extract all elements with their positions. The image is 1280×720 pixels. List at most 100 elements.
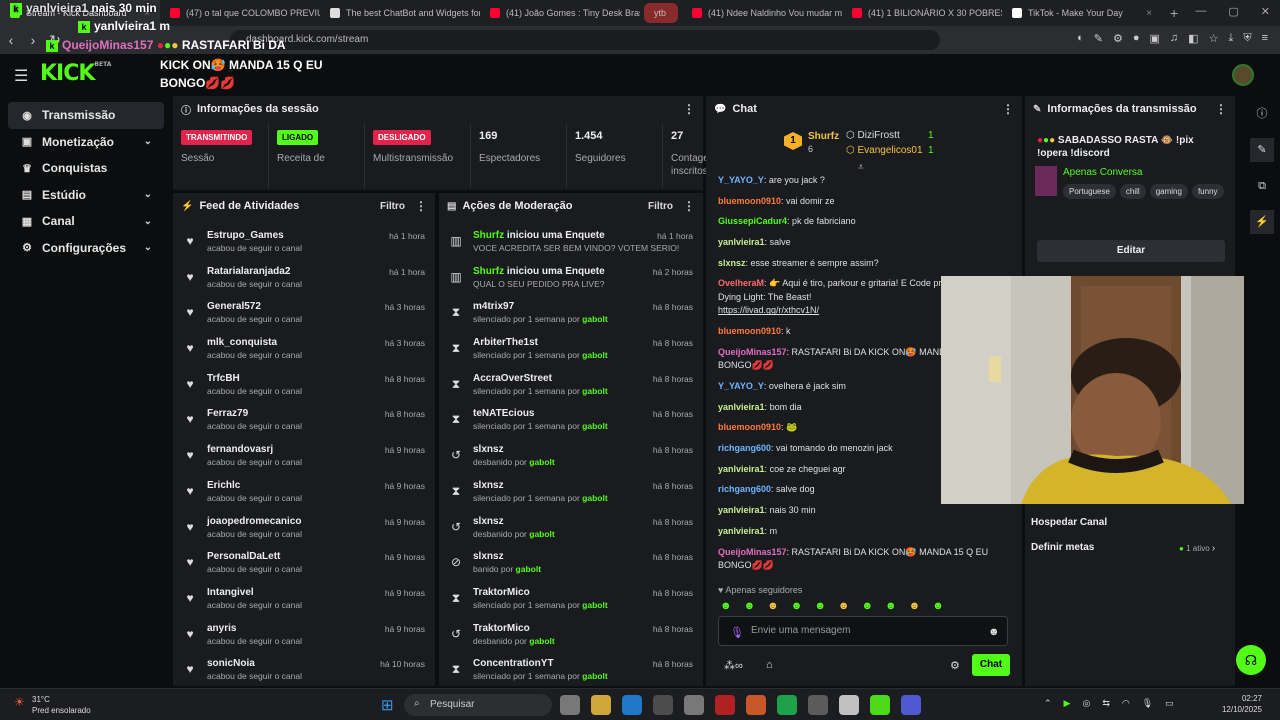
back-icon[interactable]: ‹ [0, 32, 22, 48]
sidebar-item-money[interactable]: ▣ Monetização ⌄ [8, 129, 164, 156]
moderation-username[interactable]: slxnsz [473, 516, 504, 527]
discord-icon[interactable] [901, 695, 921, 715]
moderator-name[interactable]: gabolt [582, 350, 608, 360]
sidebar-item-studio[interactable]: ▤ Estúdio ⌄ [8, 182, 164, 209]
moderation-username[interactable]: ConcentrationYT [473, 658, 554, 669]
chat-username[interactable]: slxnsz [718, 258, 746, 268]
emoji-icon[interactable]: ☻ [988, 626, 1000, 638]
infinity-icon[interactable]: ⁂∞ [724, 659, 743, 672]
chat-settings-icon[interactable]: ⚙ [950, 659, 960, 672]
feed-username[interactable]: Ferraz79 [207, 407, 302, 420]
emote-icon[interactable]: ☻ [885, 600, 897, 612]
chat-username[interactable]: bluemoon0910 [718, 196, 781, 206]
download-icon[interactable]: ⤓ [1228, 32, 1233, 45]
expand-icon[interactable]: ⩡ [858, 162, 864, 173]
brave-icon[interactable] [746, 695, 766, 715]
extension-icon[interactable]: ◐ [1077, 32, 1084, 45]
moderation-username[interactable]: AccraOverStreet [473, 373, 552, 384]
stream-tag[interactable]: chill [1119, 184, 1146, 199]
extension-icon[interactable]: ▣ [1150, 32, 1160, 45]
chat-username[interactable]: yanlvieira1 [718, 402, 765, 412]
mic-icon[interactable]: 🎙 [1142, 698, 1153, 709]
more-options-icon[interactable]: ⋮ [683, 199, 695, 213]
moderator-name[interactable]: gabolt [582, 493, 608, 503]
feed-username[interactable]: TrfcBH [207, 372, 302, 385]
moderation-username[interactable]: slxnsz [473, 444, 504, 455]
chat-username[interactable]: yanlvieira1 [718, 237, 765, 247]
feed-filter-button[interactable]: Filtro [380, 201, 405, 212]
chat-username[interactable]: yanlvieira1 [718, 505, 765, 515]
extension-icon[interactable]: ⚙ [1113, 32, 1123, 45]
extension-icon[interactable]: ● [1133, 32, 1140, 45]
more-options-icon[interactable]: ⋮ [415, 199, 427, 213]
wifi-icon[interactable]: ◠ [1122, 698, 1130, 709]
forward-icon[interactable]: › [22, 32, 44, 48]
sidebar-item-channel[interactable]: ▦ Canal ⌄ [8, 208, 164, 235]
chat-username[interactable]: GiussepiCadur4 [718, 216, 787, 226]
stream-category[interactable]: Apenas Conversa [1063, 167, 1143, 178]
emote-icon[interactable]: ☻ [838, 600, 850, 612]
stream-tag[interactable]: Portuguese [1063, 184, 1116, 199]
chat-username[interactable]: richgang600 [718, 443, 771, 453]
moderator-name[interactable]: gabolt [516, 564, 542, 574]
feed-username[interactable]: mlk_conquista [207, 336, 302, 349]
task-view-icon[interactable] [560, 695, 580, 715]
hamburger-menu-icon[interactable]: ☰ [14, 66, 28, 86]
maximize-icon[interactable]: ▢ [1228, 5, 1238, 18]
close-icon[interactable]: ✕ [1261, 5, 1270, 18]
emote-icon[interactable]: ☻ [932, 600, 944, 612]
moderation-username[interactable]: m4trix97 [473, 301, 514, 312]
chat-username[interactable]: QueijoMinas157 [718, 347, 787, 357]
browser-tab[interactable]: ytb [644, 3, 678, 23]
tray-app-icon[interactable]: ◎ [1082, 698, 1090, 709]
stream-tag[interactable]: funny [1191, 184, 1224, 199]
gift-icon[interactable]: ⌂ [766, 659, 773, 671]
browser-tab[interactable]: (41) João Gomes : Tiny Desk Brasil× [480, 0, 640, 26]
tray-app-icon[interactable]: ⇆ [1102, 698, 1110, 709]
feed-username[interactable]: General572 [207, 300, 302, 313]
more-options-icon[interactable]: ⋮ [683, 102, 695, 116]
emote-icon[interactable]: ☻ [767, 600, 779, 612]
moderation-username[interactable]: slxnsz [473, 480, 504, 491]
chat-message-input[interactable]: Envie uma mensagem [718, 616, 1008, 646]
moderation-username[interactable]: Shurfz [473, 230, 504, 241]
emote-icon[interactable]: ☻ [909, 600, 921, 612]
browser-tab[interactable]: The best ChatBot and Widgets for ...× [320, 0, 480, 26]
moderator-name[interactable]: gabolt [582, 421, 608, 431]
feed-username[interactable]: joaopedromecanico [207, 515, 302, 528]
moderation-username[interactable]: TraktorMico [473, 623, 530, 634]
shield-icon[interactable]: ⛨ [1243, 32, 1251, 45]
tray-app-icon[interactable]: ▶ [1064, 698, 1071, 709]
feed-username[interactable]: fernandovasrj [207, 443, 302, 456]
more-options-icon[interactable]: ⋮ [1002, 102, 1014, 116]
browser-tab[interactable]: (47) o tal que COLOMBO PREVIU ...× [160, 0, 320, 26]
kick-logo[interactable]: KICKBETA [40, 61, 111, 86]
sidebar-item-broadcast[interactable]: ◉ Transmissão [8, 102, 164, 129]
edit-icon[interactable]: ✎ [1250, 138, 1274, 162]
emote-icon[interactable]: ☻ [791, 600, 803, 612]
github-icon[interactable] [684, 695, 704, 715]
notepad-icon[interactable] [839, 695, 859, 715]
battery-icon[interactable]: ▭ [1165, 698, 1174, 709]
weather-widget[interactable]: ☀ 31°C Pred ensolarado [14, 694, 91, 716]
windows-start-icon[interactable]: ⊞ [381, 696, 394, 714]
screen-icon[interactable]: ⧉ [1250, 174, 1274, 198]
feed-username[interactable]: Ratarialaranjada2 [207, 265, 302, 278]
chat-username[interactable]: Y_YAYO_Y [718, 381, 764, 391]
browser-tab[interactable]: (41) Ndee Naldinho Vou mudar m...× [682, 0, 842, 26]
new-tab-icon[interactable]: + [1170, 5, 1178, 21]
moderator-name[interactable]: gabolt [529, 457, 555, 467]
chat-username[interactable]: yanlvieira1 [718, 464, 765, 474]
bolt-icon[interactable]: ⚡ [1250, 210, 1274, 234]
moderator-name[interactable]: gabolt [582, 671, 608, 681]
more-options-icon[interactable]: ⋮ [1215, 102, 1227, 116]
spotify-icon[interactable] [777, 695, 797, 715]
kick-app-icon[interactable] [870, 695, 890, 715]
moderator-name[interactable]: gabolt [582, 600, 608, 610]
steam-icon[interactable] [622, 695, 642, 715]
emote-icon[interactable]: ☻ [720, 600, 732, 612]
chat-username[interactable]: Y_YAYO_Y [718, 175, 764, 185]
moderation-username[interactable]: slxnsz [473, 551, 504, 562]
chat-username[interactable]: OvelheraM [718, 278, 764, 288]
chat-username[interactable]: QueijoMinas157 [718, 547, 787, 557]
